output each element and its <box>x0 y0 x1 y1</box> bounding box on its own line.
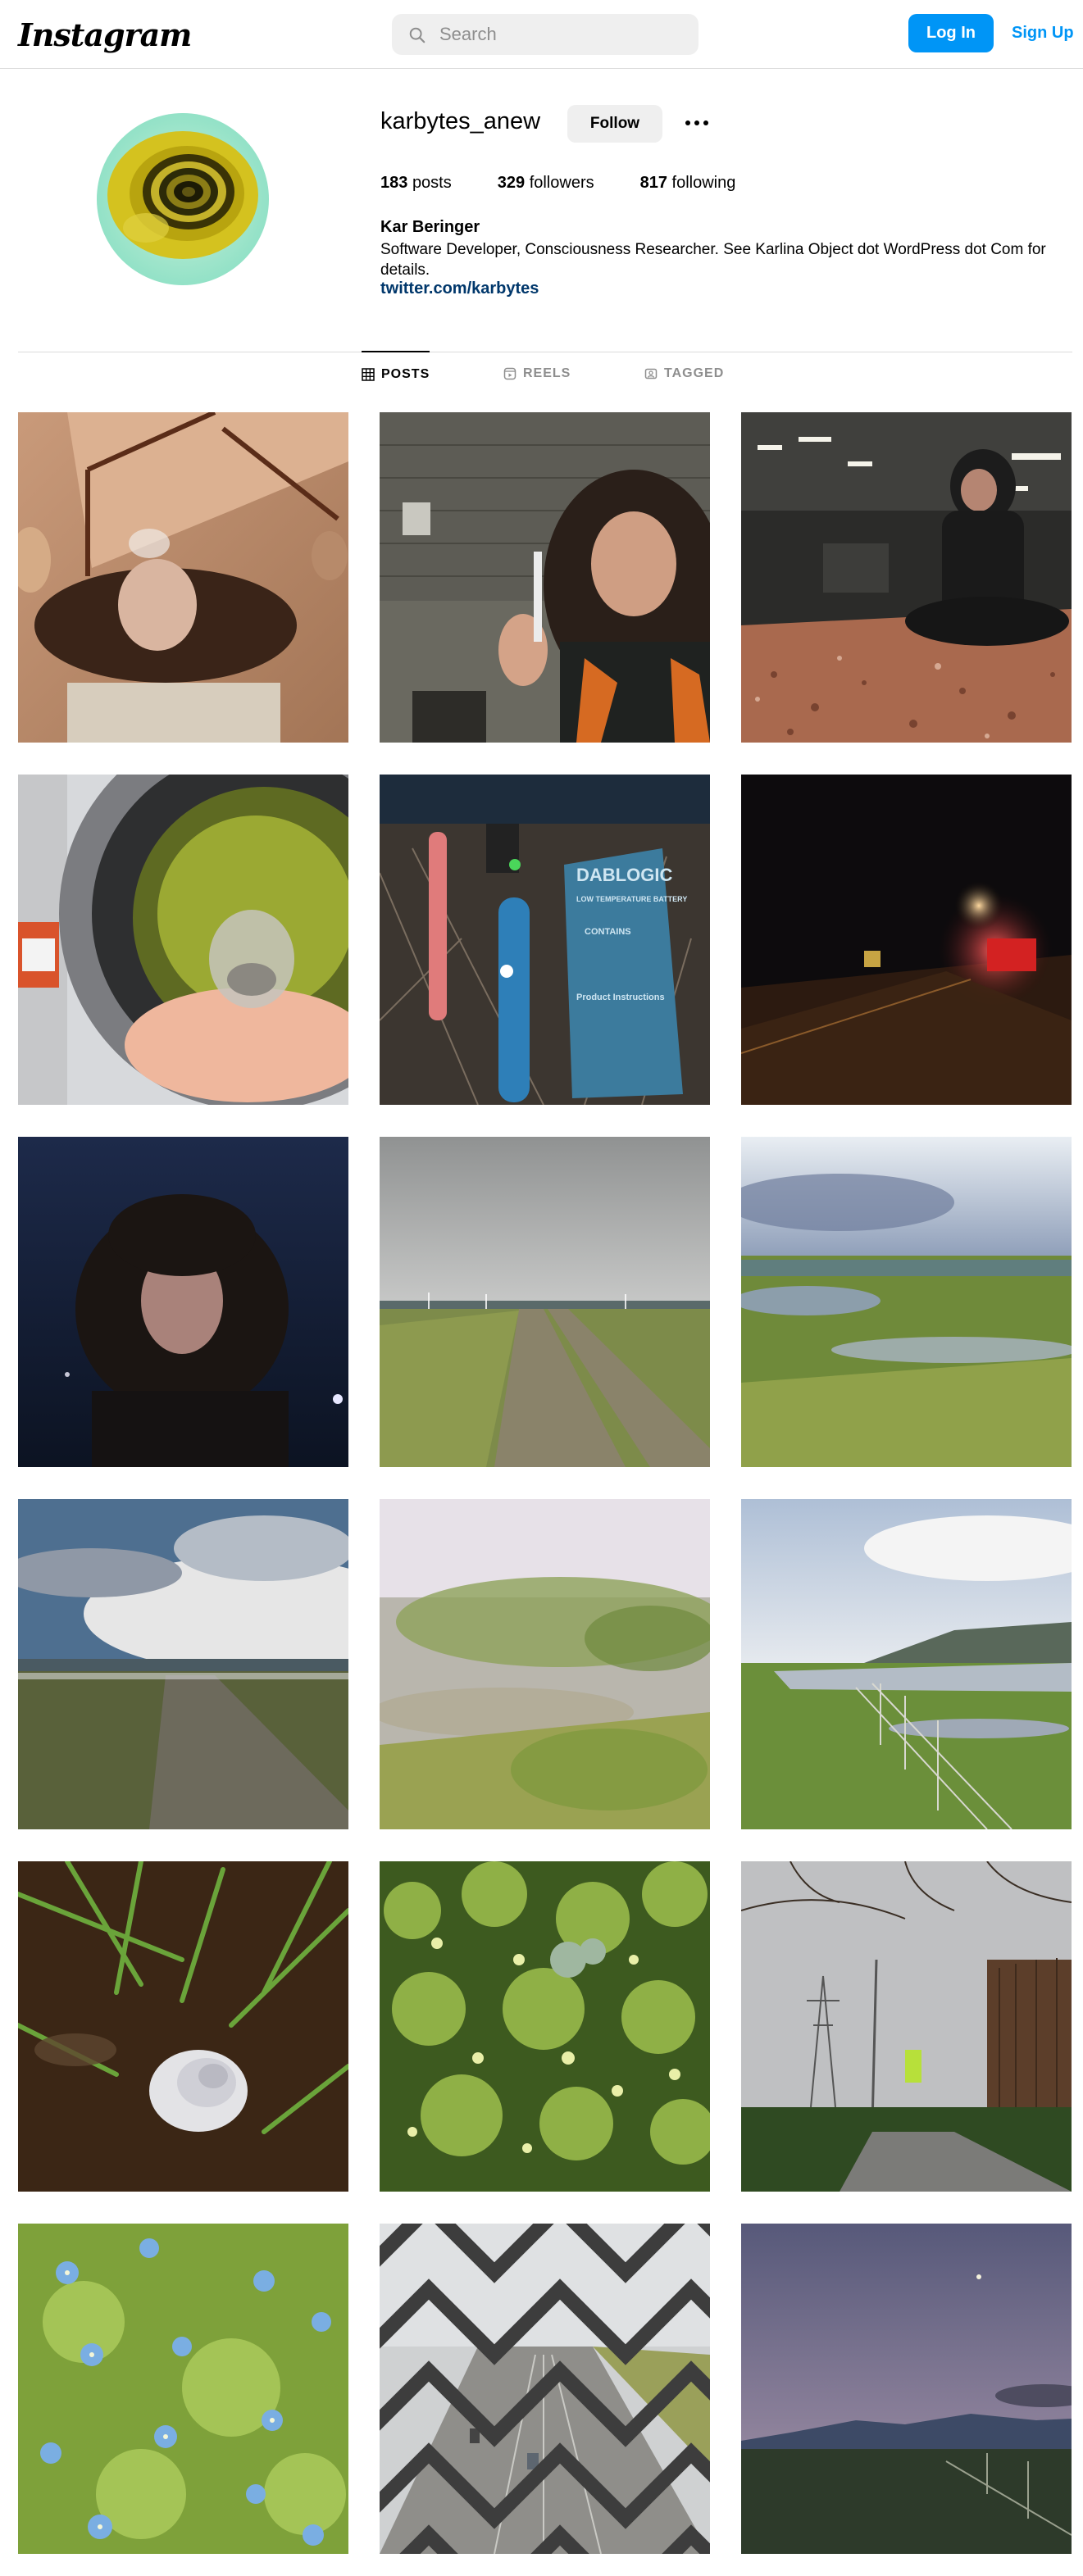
tab-tagged-label: TAGGED <box>664 366 725 380</box>
search-icon <box>409 27 425 43</box>
reels-icon <box>503 367 516 380</box>
post-thumbnail[interactable] <box>18 1137 348 1467</box>
post-thumbnail[interactable] <box>18 412 348 743</box>
post-image <box>741 412 1072 743</box>
profile-external-link[interactable]: twitter.com/karbytes <box>380 279 539 298</box>
signup-link[interactable]: Sign Up <box>1012 14 1074 52</box>
post-image <box>380 2224 710 2554</box>
post-image: DABLOGIC LOW TEMPERATURE BATTERY CONTAIN… <box>380 775 710 1105</box>
post-image <box>741 1499 1072 1829</box>
post-image <box>380 1861 710 2192</box>
post-image <box>380 1137 710 1467</box>
tab-reels[interactable]: REELS <box>503 351 571 397</box>
post-thumbnail[interactable] <box>18 1499 348 1829</box>
profile-avatar[interactable] <box>97 113 269 285</box>
post-image <box>18 1861 348 2192</box>
battery-instructions-text: Product Instructions <box>576 993 665 1002</box>
post-image <box>741 2224 1072 2554</box>
posts-count: 183 <box>380 174 408 192</box>
post-image <box>18 775 348 1105</box>
post-image <box>380 412 710 743</box>
post-image <box>18 412 348 743</box>
battery-label-text: LOW TEMPERATURE BATTERY <box>576 895 687 903</box>
post-thumbnail[interactable] <box>18 1861 348 2192</box>
followers-label: followers <box>529 174 594 192</box>
post-thumbnail[interactable] <box>380 1499 710 1829</box>
instagram-logo[interactable]: Instagram <box>18 16 192 54</box>
post-thumbnail[interactable] <box>380 1861 710 2192</box>
tagged-icon <box>644 368 658 379</box>
post-thumbnail[interactable] <box>380 1137 710 1467</box>
grid-icon <box>362 368 375 381</box>
profile-stats: 183 posts 329 followers 817 following <box>380 174 781 193</box>
post-thumbnail[interactable] <box>741 412 1072 743</box>
login-button[interactable]: Log In <box>908 14 994 52</box>
battery-contains-text: CONTAINS <box>585 927 631 937</box>
tab-posts-label: POSTS <box>381 367 430 381</box>
stat-following[interactable]: 817 following <box>640 174 736 193</box>
follow-button[interactable]: Follow <box>567 105 662 143</box>
followers-count: 329 <box>497 174 526 192</box>
following-count: 817 <box>639 174 667 192</box>
stat-followers[interactable]: 329 followers <box>498 174 594 193</box>
post-image <box>741 1861 1072 2192</box>
search-box[interactable] <box>392 14 698 55</box>
tab-tagged[interactable]: TAGGED <box>644 351 724 397</box>
posts-grid: DABLOGIC LOW TEMPERATURE BATTERY CONTAIN… <box>18 412 1072 2554</box>
battery-brand-text: DABLOGIC <box>576 865 672 885</box>
post-image <box>18 1137 348 1467</box>
post-thumbnail[interactable] <box>18 775 348 1105</box>
post-image <box>18 2224 348 2554</box>
post-thumbnail[interactable] <box>741 1137 1072 1467</box>
post-thumbnail[interactable] <box>741 1861 1072 2192</box>
following-label: following <box>671 174 736 192</box>
more-options-icon[interactable] <box>680 108 713 138</box>
post-image <box>18 1499 348 1829</box>
post-thumbnail[interactable] <box>380 412 710 743</box>
post-thumbnail[interactable] <box>741 775 1072 1105</box>
search-input[interactable] <box>439 14 685 55</box>
post-thumbnail[interactable] <box>18 2224 348 2554</box>
profile-full-name: Kar Beringer <box>380 218 480 236</box>
stat-posts: 183 posts <box>380 174 452 193</box>
tab-posts[interactable]: POSTS <box>362 351 430 397</box>
posts-label: posts <box>412 174 452 192</box>
post-thumbnail[interactable] <box>741 1499 1072 1829</box>
post-thumbnail[interactable]: DABLOGIC LOW TEMPERATURE BATTERY CONTAIN… <box>380 775 710 1105</box>
post-thumbnail[interactable] <box>741 2224 1072 2554</box>
post-image <box>380 1499 710 1829</box>
post-thumbnail[interactable] <box>380 2224 710 2554</box>
post-image <box>741 1137 1072 1467</box>
avatar-image <box>97 113 269 285</box>
top-navigation: Instagram Log In Sign Up <box>0 0 1083 69</box>
profile-username: karbytes_anew <box>380 108 541 134</box>
tab-reels-label: REELS <box>523 366 571 380</box>
profile-bio: Software Developer, Consciousness Resear… <box>380 241 1046 279</box>
post-image <box>741 775 1072 1105</box>
